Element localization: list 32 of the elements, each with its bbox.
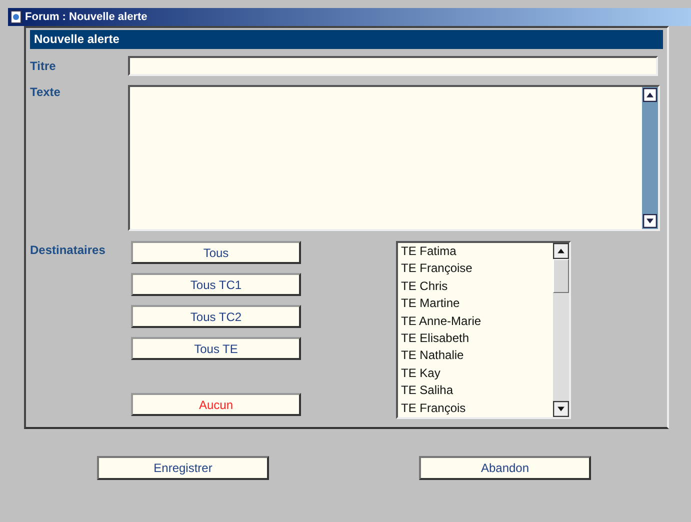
field-label: Texte [29, 85, 62, 101]
panel-header: Nouvelle alerte [30, 30, 663, 49]
list-item[interactable]: TE Kay [401, 364, 553, 382]
list-item[interactable]: TE Martine [401, 295, 553, 313]
recipient-list[interactable]: TE Fatima TE Françoise TE Chris TE Martine TE Anne-Marie TE Elisabeth TE Nathalie TE Kay TE Saliha TE François [396, 241, 571, 419]
list-item[interactable]: TE Anne-Marie [401, 312, 553, 330]
field-label: Destinataires [29, 242, 106, 259]
list-item[interactable]: TE François [401, 400, 553, 417]
scroll-down-icon[interactable] [643, 214, 657, 228]
scrollbar[interactable] [642, 87, 658, 229]
action-button[interactable]: Abandon [419, 456, 591, 480]
recipient-button[interactable]: Tous [131, 241, 301, 264]
list-item[interactable]: TE Elisabeth [401, 330, 553, 348]
recipient-button[interactable]: Tous TE [131, 337, 301, 360]
scroll-up-icon[interactable] [553, 243, 569, 259]
list-item[interactable]: TE Saliha [401, 382, 553, 400]
list-item[interactable]: TE Françoise [401, 260, 553, 278]
list-item[interactable]: TE Nathalie [401, 347, 553, 365]
title-input-field[interactable] [128, 56, 658, 76]
scroll-up-icon[interactable] [643, 88, 657, 102]
recipient-button[interactable]: Tous TC2 [131, 305, 301, 328]
window-title: Forum : Nouvelle alerte [25, 11, 148, 23]
scroll-down-icon[interactable] [553, 401, 569, 417]
list-item[interactable]: TE Fatima [401, 243, 553, 260]
list-item[interactable]: TE Chris [401, 278, 553, 296]
field-label: Titre [29, 59, 57, 73]
app-icon [10, 10, 22, 24]
text-area-field[interactable] [128, 85, 660, 231]
recipient-button[interactable]: Aucun [131, 393, 301, 416]
scroll-thumb[interactable] [553, 259, 569, 293]
action-button[interactable]: Enregistrer [97, 456, 269, 480]
recipient-button[interactable]: Tous TC1 [131, 273, 301, 296]
